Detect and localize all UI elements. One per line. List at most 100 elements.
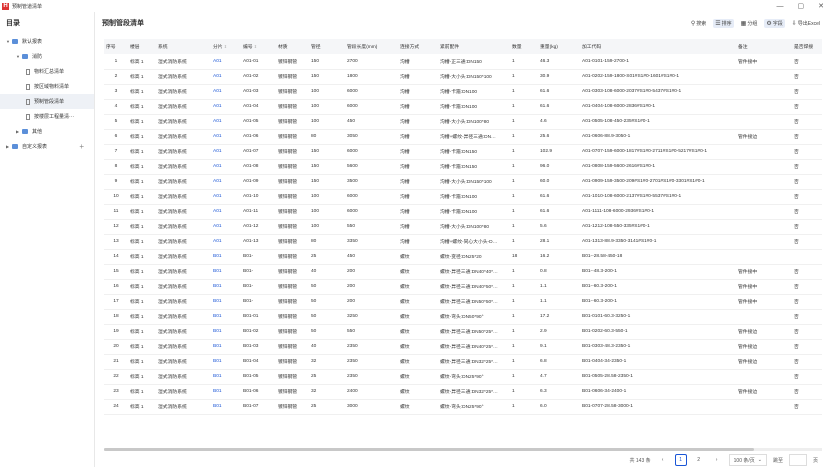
- table-row[interactable]: 13 标高 1 湿式消防系统 A01 A01-13 镀锌钢管 80 3350 沟槽 沟槽+螺纹-同…: [104, 234, 822, 249]
- table-cell[interactable]: A01: [211, 114, 241, 129]
- table-cell: 镀锌钢管: [278, 195, 298, 200]
- table-row[interactable]: 15 标高 1 湿式消防系统 B01 B01- 镀锌钢管 40 200 螺纹 螺纹-异径三通:DN…: [104, 264, 822, 279]
- sort-icon[interactable]: ⇕: [253, 44, 257, 49]
- column-header[interactable]: 加工代码: [580, 39, 736, 54]
- table-row[interactable]: 8 标高 1 湿式消防系统 A01 A01-08 镀锌钢管 150 5600 沟槽 沟槽-卡箍:D…: [104, 159, 822, 174]
- table-cell[interactable]: B01: [211, 324, 241, 339]
- fields-button[interactable]: ⚙ 字段: [764, 19, 785, 28]
- close-icon[interactable]: ✕: [818, 2, 824, 10]
- table-cell[interactable]: B01: [211, 354, 241, 369]
- column-header[interactable]: 分片 ⇕: [211, 39, 241, 54]
- maximize-icon[interactable]: ▢: [798, 2, 805, 10]
- page-2-button[interactable]: 2: [693, 454, 705, 466]
- table-cell[interactable]: A01: [211, 99, 241, 114]
- minimize-icon[interactable]: —: [777, 3, 784, 10]
- sidebar-item[interactable]: ▼ 消防: [0, 49, 94, 64]
- table-cell[interactable]: A01: [211, 159, 241, 174]
- table-row[interactable]: 19 标高 1 湿式消防系统 B01 B01-02 镀锌钢管 50 550 螺纹 螺纹-异径三通:…: [104, 324, 822, 339]
- sidebar-item[interactable]: 预制管段清单: [0, 94, 94, 109]
- table-cell[interactable]: B01: [211, 294, 241, 309]
- table-row[interactable]: 16 标高 1 湿式消防系统 B01 B01- 镀锌钢管 50 200 螺纹 螺纹-异径三通:DN…: [104, 279, 822, 294]
- column-header[interactable]: 紧前配件: [438, 39, 510, 54]
- column-header-label: 管径: [311, 45, 321, 50]
- table-cell[interactable]: A01: [211, 129, 241, 144]
- table-row[interactable]: 2 标高 1 湿式消防系统 A01 A01-02 镀锌钢管 150 1800 沟槽 沟槽-大小头:…: [104, 69, 822, 84]
- table-cell[interactable]: B01: [211, 339, 241, 354]
- page-1-button[interactable]: 1: [674, 454, 687, 466]
- sidebar-item[interactable]: ▼ 默认报表: [0, 34, 94, 49]
- table-row[interactable]: 21 标高 1 湿式消防系统 B01 B01-04 镀锌钢管 32 2350 螺纹 螺纹-异径三通…: [104, 354, 822, 369]
- sort-button[interactable]: ☰ 排序: [713, 19, 734, 28]
- column-header[interactable]: 楼层: [128, 39, 156, 54]
- column-header-label: 数量: [512, 45, 522, 50]
- sort-icon[interactable]: ⇕: [223, 44, 227, 49]
- column-header[interactable]: 管段长度(mm): [345, 39, 398, 54]
- column-header[interactable]: 系统: [156, 39, 211, 54]
- table-row[interactable]: 6 标高 1 湿式消防系统 A01 A01-06 镀锌钢管 80 3050 沟槽 沟槽+螺纹-异径…: [104, 129, 822, 144]
- table-row[interactable]: 4 标高 1 湿式消防系统 A01 A01-04 镀锌钢管 100 6000 沟槽 沟槽-卡箍:D…: [104, 99, 822, 114]
- column-header[interactable]: 编号 ⇕: [241, 39, 276, 54]
- table-cell: B01-07: [243, 404, 259, 409]
- sidebar-item[interactable]: 按区域物料清单: [0, 79, 94, 94]
- table-cell[interactable]: B01: [211, 309, 241, 324]
- group-button[interactable]: ▦ 分组: [739, 19, 760, 28]
- sidebar-item[interactable]: ▶ 自定义报表 +: [0, 139, 94, 154]
- table-cell[interactable]: B01: [211, 279, 241, 294]
- table-cell: 80: [311, 134, 317, 139]
- prev-page-button[interactable]: ‹: [657, 454, 669, 466]
- table-row[interactable]: 11 标高 1 湿式消防系统 A01 A01-11 镀锌钢管 100 6000 沟槽 沟槽-卡箍:…: [104, 204, 822, 219]
- table-cell: 螺纹: [400, 255, 410, 260]
- column-header[interactable]: 材质: [276, 39, 309, 54]
- table-cell[interactable]: B01: [211, 264, 241, 279]
- table-row[interactable]: 24 标高 1 湿式消防系统 B01 B01-07 镀锌钢管 25 3000 螺纹 螺纹-弯头:D…: [104, 399, 822, 414]
- sidebar-item[interactable]: ▶ 其他: [0, 124, 94, 139]
- export-button[interactable]: ⇩ 导出Excel: [790, 19, 822, 28]
- table-cell[interactable]: B01: [211, 384, 241, 399]
- table-cell: 150: [311, 74, 320, 79]
- table-cell[interactable]: A01: [211, 69, 241, 84]
- table-cell[interactable]: A01: [211, 84, 241, 99]
- column-header[interactable]: 序号: [104, 39, 128, 54]
- table-cell[interactable]: A01: [211, 189, 241, 204]
- table-row[interactable]: 7 标高 1 湿式消防系统 A01 A01-07 镀锌钢管 150 6000 沟槽 沟槽-卡箍:D…: [104, 144, 822, 159]
- table-row[interactable]: 18 标高 1 湿式消防系统 B01 B01-01 镀锌钢管 50 3250 螺纹 螺纹-弯头:D…: [104, 309, 822, 324]
- table-row[interactable]: 1 标高 1 湿式消防系统 A01 A01-01 镀锌钢管 150 2700 沟槽 沟槽-正三通:…: [104, 54, 822, 69]
- next-page-button[interactable]: ›: [711, 454, 723, 466]
- add-report-button[interactable]: +: [79, 142, 84, 151]
- jump-input[interactable]: [788, 454, 807, 466]
- table-cell[interactable]: A01: [211, 174, 241, 189]
- table-row[interactable]: 23 标高 1 湿式消防系统 B01 B01-06 镀锌钢管 32 2400 螺纹 螺纹-异径三通…: [104, 384, 822, 399]
- sidebar-item[interactable]: 物料汇总清单: [0, 64, 94, 79]
- table-cell[interactable]: B01: [211, 249, 241, 264]
- table-row[interactable]: 9 标高 1 湿式消防系统 A01 A01-09 镀锌钢管 150 3500 沟槽 沟槽-大小头:…: [104, 174, 822, 189]
- table-row[interactable]: 3 标高 1 湿式消防系统 A01 A01-03 镀锌钢管 100 6000 沟槽 沟槽-卡箍:D…: [104, 84, 822, 99]
- column-header[interactable]: 重量(kg): [538, 39, 580, 54]
- sidebar-item[interactable]: 按楼层工程量清···: [0, 109, 94, 124]
- column-header[interactable]: 备注: [736, 39, 792, 54]
- table-cell[interactable]: A01: [211, 144, 241, 159]
- search-button[interactable]: ⚲ 搜索: [689, 19, 708, 28]
- table-cell[interactable]: A01: [211, 204, 241, 219]
- table-row[interactable]: 5 标高 1 湿式消防系统 A01 A01-05 镀锌钢管 100 450 沟槽 沟槽-大小头:D…: [104, 114, 822, 129]
- table-cell: 沟槽: [400, 195, 410, 200]
- table-row[interactable]: 20 标高 1 湿式消防系统 B01 B01-03 镀锌钢管 40 2350 螺纹 螺纹-异径三通…: [104, 339, 822, 354]
- table-cell[interactable]: A01: [211, 219, 241, 234]
- table-cell: 沟槽-卡箍:DN150: [440, 150, 478, 155]
- table-cell: 镀锌钢管: [278, 240, 298, 245]
- table-row[interactable]: 22 标高 1 湿式消防系统 B01 B01-05 镀锌钢管 25 2350 螺纹 螺纹-弯头:D…: [104, 369, 822, 384]
- table-row[interactable]: 17 标高 1 湿式消防系统 B01 B01- 镀锌钢管 50 200 螺纹 螺纹-异径三通:DN…: [104, 294, 822, 309]
- column-header[interactable]: 连接方式: [398, 39, 438, 54]
- table-cell[interactable]: A01: [211, 54, 241, 69]
- horizontal-scrollbar[interactable]: [104, 448, 822, 451]
- column-header[interactable]: 管径: [309, 39, 345, 54]
- table-cell[interactable]: B01: [211, 369, 241, 384]
- scrollbar-thumb[interactable]: [104, 448, 754, 451]
- page-size-select[interactable]: 100 条/页 ⌄: [728, 454, 767, 466]
- table-row[interactable]: 10 标高 1 湿式消防系统 A01 A01-10 镀锌钢管 100 6000 沟槽 沟槽-卡箍:…: [104, 189, 822, 204]
- column-header[interactable]: 数量: [510, 39, 538, 54]
- table-cell[interactable]: B01: [211, 399, 241, 414]
- table-row[interactable]: 12 标高 1 湿式消防系统 A01 A01-12 镀锌钢管 100 550 沟槽 沟槽-大小头:…: [104, 219, 822, 234]
- table-cell[interactable]: A01: [211, 234, 241, 249]
- table-row[interactable]: 14 标高 1 湿式消防系统 B01 B01- 镀锌钢管 25 450 螺纹 螺纹-变径:DN25…: [104, 249, 822, 264]
- column-header[interactable]: 是否焊接: [792, 39, 822, 54]
